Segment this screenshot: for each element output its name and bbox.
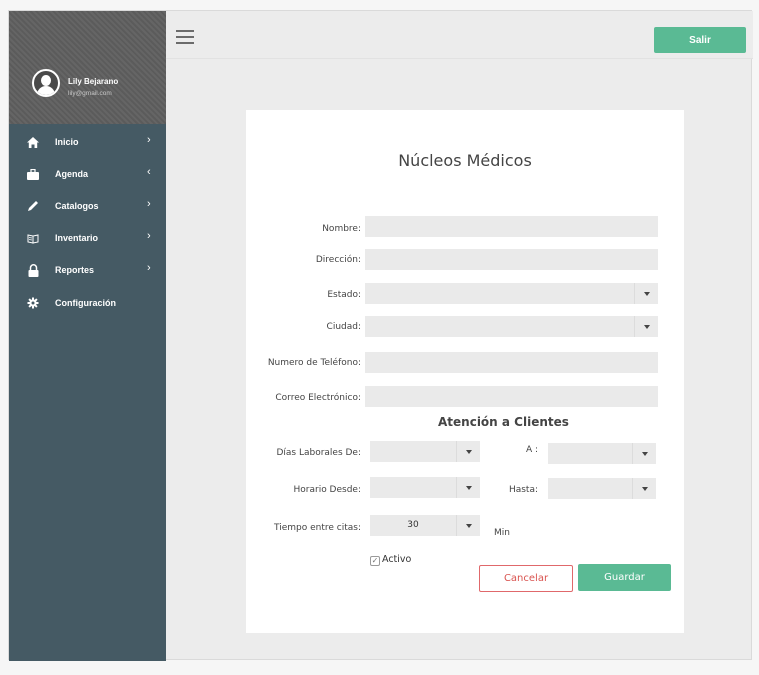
avatar-icon[interactable] — [32, 69, 60, 97]
briefcase-icon — [26, 167, 40, 181]
caret-down-icon — [634, 316, 658, 337]
chevron-right-icon: › — [147, 230, 151, 242]
sidebar: Lily Bejarano lily@gmail.com Inicio › Ag… — [9, 11, 166, 661]
hours-from-select[interactable] — [370, 477, 480, 498]
sidebar-item-label: Agenda — [55, 169, 89, 179]
app-frame: Lily Bejarano lily@gmail.com Inicio › Ag… — [8, 10, 753, 661]
book-icon — [26, 231, 40, 245]
home-icon — [26, 135, 40, 149]
address-field[interactable] — [365, 249, 658, 270]
caret-down-icon — [456, 441, 480, 462]
interval-label: Tiempo entre citas: — [274, 523, 361, 533]
gear-icon — [26, 296, 40, 310]
sidebar-item-agenda[interactable]: Agenda ‹ — [9, 161, 166, 187]
active-checkbox[interactable]: ✓ — [370, 556, 380, 566]
phone-label: Numero de Teléfono: — [267, 358, 361, 368]
sidebar-item-label: Reportes — [55, 265, 95, 275]
phone-field[interactable] — [365, 352, 658, 373]
name-label: Nombre: — [322, 224, 361, 234]
save-button[interactable]: Guardar — [578, 564, 671, 591]
state-label: Estado: — [327, 290, 361, 300]
days-from-label: Días Laborales De: — [276, 448, 361, 458]
address-label: Dirección: — [315, 255, 361, 265]
sidebar-item-inicio[interactable]: Inicio › — [9, 129, 166, 155]
caret-down-icon — [456, 477, 480, 498]
interval-select[interactable]: 30 — [370, 515, 480, 536]
interval-value: 30 — [407, 520, 419, 530]
hours-to-label: Hasta: — [508, 485, 538, 495]
name-field[interactable] — [365, 216, 658, 237]
caret-down-icon — [632, 478, 656, 499]
user-email: lily@gmail.com — [68, 90, 112, 97]
email-label: Correo Electrónico: — [275, 393, 361, 403]
user-name: Lily Bejarano — [68, 77, 119, 86]
hours-from-label: Horario Desde: — [293, 485, 362, 495]
top-bar: Salir — [166, 11, 753, 59]
chevron-right-icon: › — [147, 134, 151, 146]
chevron-right-icon: › — [147, 262, 151, 274]
days-to-select[interactable] — [548, 443, 656, 464]
hamburger-icon[interactable] — [176, 30, 194, 44]
pencil-icon — [26, 199, 40, 213]
days-to-label: A : — [525, 445, 538, 455]
sidebar-item-label: Inventario — [55, 233, 99, 243]
caret-down-icon — [456, 515, 480, 536]
state-select[interactable] — [365, 283, 658, 304]
sidebar-item-catalogos[interactable]: Catalogos › — [9, 193, 166, 219]
chevron-right-icon: › — [147, 198, 151, 210]
form-card: Núcleos Médicos Nombre: Dirección: Estad… — [246, 110, 684, 633]
profile-panel: Lily Bejarano lily@gmail.com — [9, 11, 166, 124]
email-field[interactable] — [365, 386, 658, 407]
cancel-button[interactable]: Cancelar — [479, 565, 573, 592]
city-select[interactable] — [365, 316, 658, 337]
sidebar-item-inventario[interactable]: Inventario › — [9, 225, 166, 251]
sidebar-item-label: Configuración — [55, 298, 116, 308]
section-title: Atención a Clientes — [438, 415, 569, 429]
active-label: Activo — [382, 554, 412, 565]
interval-unit: Min — [494, 528, 510, 538]
caret-down-icon — [634, 283, 658, 304]
sidebar-item-label: Inicio — [55, 137, 79, 147]
city-label: Ciudad: — [326, 322, 361, 332]
sidebar-item-reportes[interactable]: Reportes › — [9, 257, 166, 283]
days-from-select[interactable] — [370, 441, 480, 462]
lock-icon — [26, 263, 40, 277]
logout-button[interactable]: Salir — [654, 27, 746, 53]
chevron-left-icon: ‹ — [147, 166, 151, 178]
page-title: Núcleos Médicos — [398, 151, 532, 170]
sidebar-item-label: Catalogos — [55, 201, 99, 211]
caret-down-icon — [632, 443, 656, 464]
sidebar-item-configuracion[interactable]: Configuración — [9, 290, 166, 316]
hours-to-select[interactable] — [548, 478, 656, 499]
